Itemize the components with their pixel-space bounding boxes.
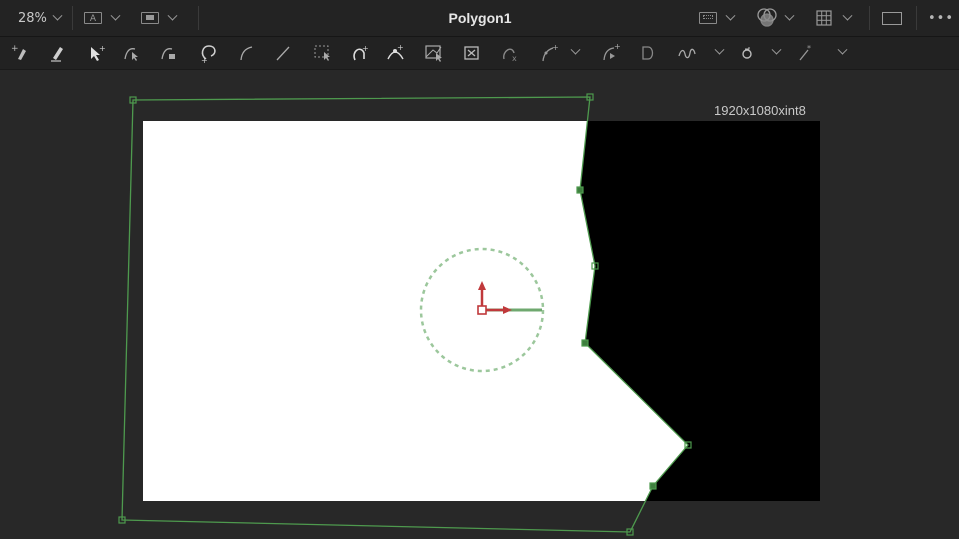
more-options-button[interactable]: ••• (928, 0, 954, 36)
chevron-down-icon (784, 10, 795, 21)
select-icon[interactable]: + (85, 41, 107, 65)
page-title: Polygon1 (448, 10, 512, 26)
control-point[interactable] (649, 482, 657, 490)
color-channels-dropdown[interactable] (756, 0, 795, 36)
chevron-down-icon[interactable] (771, 44, 782, 55)
svg-text:+: + (201, 56, 208, 65)
svg-text:+: + (614, 42, 621, 51)
channel-icon: A (84, 12, 102, 24)
viewer-window: 28% A Polygon1 ••• + + + + + x + + * 192… (0, 0, 959, 539)
control-point[interactable] (581, 339, 589, 347)
insert-point-icon[interactable]: + (538, 41, 581, 65)
polygon-toolbar: + + + + + x + + * (0, 37, 959, 70)
keyframe-icon[interactable] (637, 41, 659, 65)
svg-text:+: + (11, 44, 19, 54)
undo-curve-icon[interactable]: + (349, 41, 371, 65)
publish-icon[interactable]: + (600, 41, 622, 65)
grid-dropdown[interactable] (816, 0, 853, 36)
grid-icon (816, 10, 832, 26)
zoom-value: 28% (18, 10, 47, 26)
color-wheel-icon (757, 8, 777, 27)
viewer-header: 28% A Polygon1 ••• (0, 0, 959, 37)
center-handle[interactable] (477, 305, 487, 315)
monitor-icon (141, 12, 159, 24)
bezier-icon[interactable]: + (385, 41, 407, 65)
chevron-down-icon[interactable] (837, 44, 848, 55)
close-shape-icon[interactable]: + (198, 41, 220, 65)
divider (916, 6, 917, 30)
viewer-canvas[interactable]: 1920x1080xint8 (0, 70, 959, 539)
chevron-down-icon (725, 10, 736, 21)
svg-text:*: * (807, 44, 811, 53)
divider (869, 6, 870, 30)
pencil-icon[interactable] (47, 41, 69, 65)
chevron-down-icon[interactable] (570, 44, 581, 55)
zoom-dropdown[interactable]: 28% (18, 0, 63, 36)
add-point-icon[interactable]: + (10, 41, 32, 65)
lut-dropdown[interactable] (699, 0, 736, 36)
magic-wand-icon[interactable]: * (795, 41, 848, 65)
magic-wand-icon[interactable] (737, 41, 782, 65)
svg-text:x: x (512, 54, 517, 63)
divider (198, 6, 199, 30)
svg-text:+: + (397, 43, 404, 52)
chevron-down-icon (110, 10, 121, 21)
single-view-button[interactable] (882, 0, 902, 36)
linear-icon[interactable] (158, 41, 180, 65)
reshape-icon[interactable]: x (500, 41, 522, 65)
node-select-icon[interactable] (423, 41, 445, 65)
viewer-overlay (118, 93, 820, 536)
divider (72, 6, 73, 30)
select-region-icon[interactable] (312, 41, 334, 65)
chevron-down-icon (842, 10, 853, 21)
curve-icon[interactable] (236, 41, 258, 65)
delete-node-icon[interactable] (461, 41, 483, 65)
lut-icon (699, 12, 717, 24)
control-point[interactable] (576, 186, 584, 194)
channel-dropdown[interactable]: A (84, 0, 121, 36)
chevron-down-icon (167, 10, 178, 21)
svg-text:+: + (99, 44, 106, 53)
svg-text:+: + (552, 43, 559, 52)
view-mode-dropdown[interactable] (141, 0, 178, 36)
line-icon[interactable] (272, 41, 294, 65)
chevron-down-icon (52, 10, 63, 21)
single-view-icon (882, 11, 902, 25)
svg-text:+: + (362, 44, 369, 53)
invert-icon[interactable] (676, 41, 725, 65)
chevron-down-icon[interactable] (714, 44, 725, 55)
smooth-icon[interactable] (121, 41, 143, 65)
